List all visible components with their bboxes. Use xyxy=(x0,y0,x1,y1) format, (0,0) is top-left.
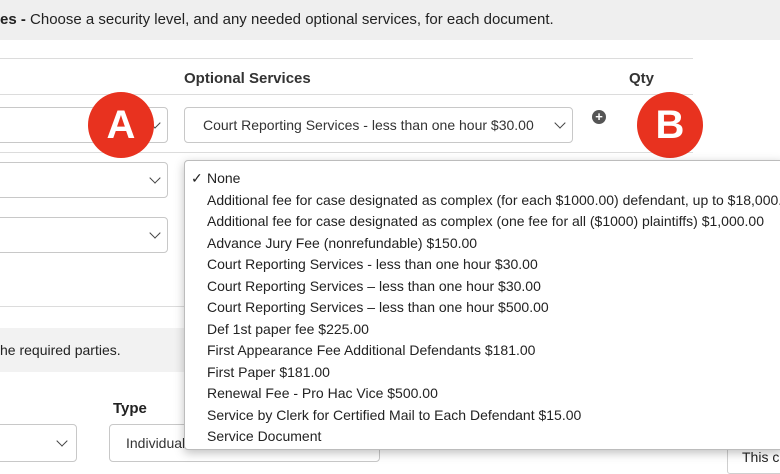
chevron-down-icon xyxy=(149,172,161,184)
option-label: Advance Jury Fee (nonrefundable) $150.00 xyxy=(207,234,478,251)
chevron-down-icon xyxy=(56,435,68,447)
instructions-text: Choose a security level, and any needed … xyxy=(30,11,554,28)
option-label: Court Reporting Services - less than one… xyxy=(207,256,538,272)
optional-service-select-row1[interactable]: Court Reporting Services - less than one… xyxy=(184,107,573,143)
option-label: None xyxy=(207,170,241,186)
callout-b-badge: B xyxy=(637,92,703,158)
dropdown-option-none[interactable]: ✓ None xyxy=(185,168,780,190)
chevron-down-icon xyxy=(554,117,566,129)
header-divider xyxy=(0,94,693,95)
security-level-select-row3[interactable] xyxy=(0,217,168,253)
option-label: Additional fee for case designated as co… xyxy=(207,191,780,208)
option-label: Renewal Fee - Pro Hac Vice $500.00 xyxy=(207,385,438,401)
dropdown-option[interactable]: Service Document xyxy=(185,426,780,448)
dropdown-option[interactable]: First Paper $181.00 xyxy=(185,362,780,384)
party-role-select[interactable] xyxy=(0,424,77,462)
right-panel-text: This c xyxy=(742,449,780,465)
dropdown-option[interactable]: Service by Clerk for Certified Mail to E… xyxy=(185,405,780,427)
optional-service-value: Court Reporting Services - less than one… xyxy=(203,117,534,133)
dropdown-option[interactable]: Court Reporting Services – less than one… xyxy=(185,276,780,298)
option-label: Def 1st paper fee $225.00 xyxy=(207,320,369,337)
option-label: First Appearance Fee Additional Defendan… xyxy=(207,342,536,358)
dropdown-option[interactable]: Def 1st paper fee $225.00 xyxy=(185,319,780,341)
dropdown-option[interactable]: Additional fee for case designated as co… xyxy=(185,211,780,233)
table-top-divider xyxy=(0,58,693,59)
add-service-icon[interactable]: + xyxy=(592,110,606,124)
dropdown-option[interactable]: Court Reporting Services – less than one… xyxy=(185,297,780,319)
chevron-down-icon xyxy=(149,227,161,239)
dropdown-option[interactable]: First Appearance Fee Additional Defendan… xyxy=(185,340,780,362)
qty-header: Qty xyxy=(629,70,655,87)
option-label: Service Document xyxy=(207,428,322,444)
party-type-value: Individual xyxy=(126,435,186,451)
checkmark-icon: ✓ xyxy=(191,170,203,186)
optional-services-dropdown[interactable]: ✓ None Additional fee for case designated… xyxy=(184,160,780,450)
option-label: Court Reporting Services – less than one… xyxy=(207,299,549,315)
dropdown-option[interactable]: Court Reporting Services - less than one… xyxy=(185,254,780,276)
optional-services-header: Optional Services xyxy=(184,70,311,87)
security-level-select-row2[interactable] xyxy=(0,162,168,198)
instructions-title: es - xyxy=(0,11,31,28)
option-label: Court Reporting Services – less than one… xyxy=(207,277,541,294)
type-label: Type xyxy=(113,400,147,417)
dropdown-option[interactable]: Renewal Fee - Pro Hac Vice $500.00 xyxy=(185,383,780,405)
notice-text: he required parties. xyxy=(0,342,121,358)
callout-a-badge: A xyxy=(88,92,154,158)
dropdown-option[interactable]: Additional fee for case designated as co… xyxy=(185,190,780,212)
option-label: Additional fee for case designated as co… xyxy=(207,213,764,229)
option-label: First Paper $181.00 xyxy=(207,363,330,380)
instructions-bar: es - Choose a security level, and any ne… xyxy=(0,0,780,40)
dropdown-option[interactable]: Advance Jury Fee (nonrefundable) $150.00 xyxy=(185,233,780,255)
option-label: Service by Clerk for Certified Mail to E… xyxy=(207,406,582,423)
